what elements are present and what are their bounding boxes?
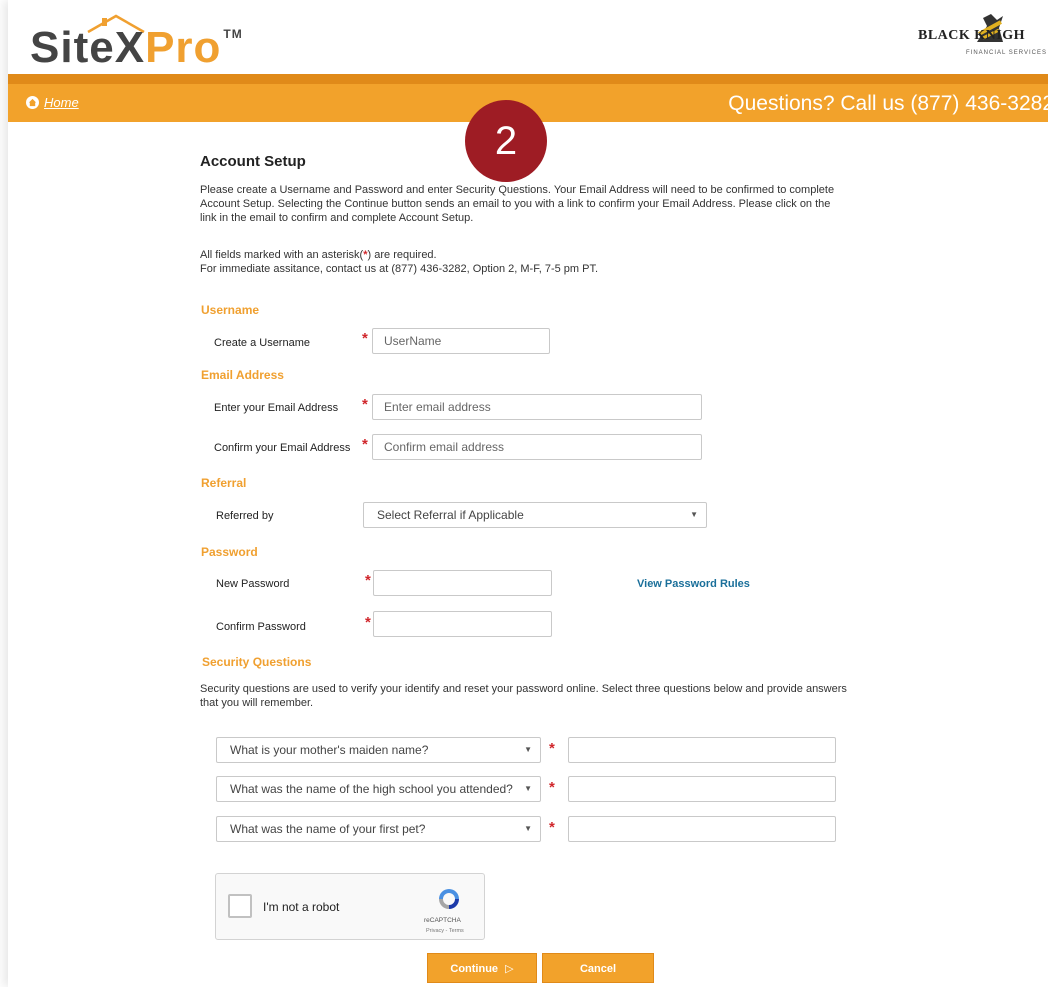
dropdown-arrow-icon: ▼: [524, 824, 532, 833]
security-answer-2-required-marker: *: [549, 779, 555, 796]
username-input[interactable]: [372, 328, 550, 354]
recaptcha-terms-link[interactable]: Privacy - Terms: [426, 928, 464, 934]
view-password-rules-link[interactable]: View Password Rules: [637, 578, 750, 590]
section-referral: Referral: [201, 476, 247, 490]
security-answer-1-required-marker: *: [549, 740, 555, 757]
home-link[interactable]: Home: [26, 95, 79, 110]
recaptcha-widget: I'm not a robot reCAPTCHA Privacy - Term…: [215, 873, 485, 940]
security-answer-2-input[interactable]: [568, 776, 836, 802]
continue-button[interactable]: Continue ▷: [427, 953, 537, 983]
page-frame: SiteXPro TM BLACK KNIGH FINANCIAL SERVICE…: [8, 0, 1048, 987]
dropdown-arrow-icon: ▼: [524, 784, 532, 793]
new-password-required-marker: *: [365, 572, 371, 589]
partner-subtitle: FINANCIAL SERVICES: [966, 50, 1048, 56]
logo-tm-text: TM: [223, 27, 243, 41]
header: SiteXPro TM BLACK KNIGH FINANCIAL SERVICE…: [8, 0, 1048, 74]
username-required-marker: *: [362, 330, 368, 347]
recaptcha-checkbox[interactable]: [228, 894, 252, 918]
email-label: Enter your Email Address: [214, 402, 339, 414]
confirm-password-required-marker: *: [365, 614, 371, 631]
security-question-3-select[interactable]: What was the name of your first pet? ▼: [216, 816, 541, 842]
logo-wordmark: SiteXPro TM: [30, 26, 243, 70]
home-icon: [26, 96, 39, 109]
dropdown-arrow-icon: ▼: [524, 745, 532, 754]
security-question-2-select[interactable]: What was the name of the high school you…: [216, 776, 541, 802]
email-input[interactable]: [372, 394, 702, 420]
section-username: Username: [201, 303, 260, 317]
required-note-post: ) are required.: [367, 249, 437, 261]
security-question-1-value: What is your mother's maiden name?: [230, 743, 429, 757]
security-question-1-select[interactable]: What is your mother's maiden name? ▼: [216, 737, 541, 763]
new-password-input[interactable]: [373, 570, 552, 596]
security-answer-3-input[interactable]: [568, 816, 836, 842]
security-description: Security questions are used to verify yo…: [200, 683, 847, 709]
partner-name: BLACK KNIGH: [918, 28, 1026, 43]
logo-site-text: Site: [30, 23, 115, 72]
recaptcha-brand: reCAPTCHA: [424, 917, 461, 924]
play-arrow-icon: ▷: [505, 963, 514, 975]
dropdown-arrow-icon: ▼: [690, 510, 698, 519]
continue-button-label: Continue: [450, 963, 499, 975]
cancel-button[interactable]: Cancel: [542, 953, 654, 983]
confirm-password-input[interactable]: [373, 611, 552, 637]
security-question-3-value: What was the name of your first pet?: [230, 822, 426, 836]
logo-pro-text: Pro: [145, 23, 222, 72]
confirm-email-input[interactable]: [372, 434, 702, 460]
step-number-badge: 2: [465, 100, 547, 182]
required-note-pre: All fields marked with an asterisk(: [200, 249, 364, 261]
security-answer-1-input[interactable]: [568, 737, 836, 763]
email-required-marker: *: [362, 396, 368, 413]
username-label: Create a Username: [214, 337, 310, 349]
security-answer-3-required-marker: *: [549, 819, 555, 836]
confirm-email-label: Confirm your Email Address: [214, 442, 351, 454]
security-question-2-value: What was the name of the high school you…: [230, 782, 513, 796]
referral-selected-value: Select Referral if Applicable: [377, 508, 524, 522]
new-password-label: New Password: [216, 578, 290, 590]
section-email: Email Address: [201, 368, 284, 382]
confirm-password-label: Confirm Password: [216, 621, 306, 633]
section-password: Password: [201, 545, 258, 559]
black-knight-logo: BLACK KNIGH FINANCIAL SERVICES: [888, 10, 1048, 62]
recaptcha-icon: [439, 889, 459, 909]
logo-x-text: X: [114, 23, 146, 72]
recaptcha-label: I'm not a robot: [263, 900, 340, 914]
confirm-email-required-marker: *: [362, 436, 368, 453]
referral-select[interactable]: Select Referral if Applicable ▼: [363, 502, 707, 528]
header-divider: [8, 74, 1048, 84]
intro-text: Please create a Username and Password an…: [200, 184, 835, 224]
page-title: Account Setup: [200, 153, 306, 170]
required-note: All fields marked with an asterisk(*) ar…: [200, 248, 840, 276]
section-security-questions: Security Questions: [202, 655, 312, 669]
referral-label: Referred by: [216, 510, 274, 522]
assistance-note: For immediate assitance, contact us at (…: [200, 263, 599, 275]
home-link-label: Home: [44, 95, 79, 110]
phone-contact: Questions? Call us (877) 436-3282: [728, 92, 1048, 115]
